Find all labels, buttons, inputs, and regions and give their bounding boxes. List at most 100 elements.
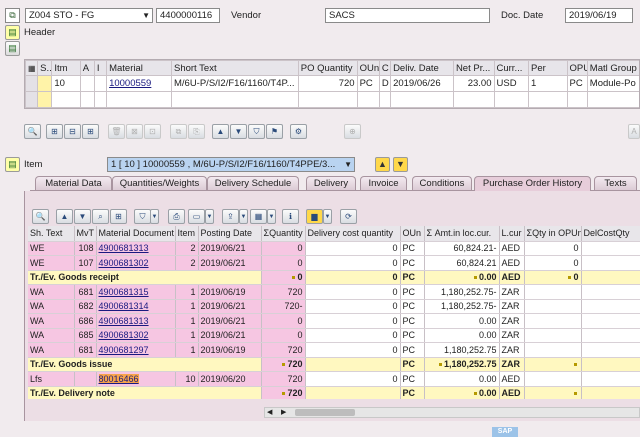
net-price-cell[interactable]: 23.00	[452, 75, 495, 92]
amount-cell[interactable]: 1,180,252.75-	[424, 284, 500, 300]
lcur-cell[interactable]: AED	[499, 241, 525, 256]
item-cell[interactable]: 10	[175, 371, 199, 387]
hist-col-qty-opun[interactable]: ΣQty in OPUn	[524, 226, 582, 242]
deliv-date-cell[interactable]: 2019/06/26	[390, 75, 454, 92]
hist-col-mvt[interactable]: MvT	[74, 226, 97, 242]
next-item-button[interactable]: ▼	[393, 157, 408, 172]
tab-conditions[interactable]: Conditions	[412, 176, 472, 190]
posting-date-cell[interactable]: 2019/06/20	[198, 371, 262, 387]
oun-cell[interactable]: PC	[400, 313, 425, 329]
posting-date-cell[interactable]: 2019/06/21	[198, 241, 262, 256]
item-cell[interactable]: 1	[175, 299, 199, 314]
material-document-cell[interactable]: 4900681313	[96, 313, 176, 329]
history-total-row[interactable]: Tr./Ev. Goods issue 720 PC 1,180,252.75 ZAR	[28, 357, 640, 372]
extra-icon[interactable]: ⊕	[344, 124, 361, 139]
delivery-cost-qty-cell[interactable]: 0	[305, 299, 401, 314]
sh-text-cell[interactable]: WA	[28, 342, 75, 358]
item-section-toggle[interactable]: ▤	[5, 157, 20, 172]
history-total-row[interactable]: Tr./Ev. Goods receipt 0 0 PC 0.00 AED 0	[28, 270, 640, 285]
history-row[interactable]: WA 685 4900681302 1 2019/06/21 0 0 PC 0.00 ZAR	[28, 328, 640, 343]
sh-text-cell[interactable]: WA	[28, 299, 75, 314]
quantity-cell[interactable]: 720	[261, 371, 306, 387]
hist-col-amount[interactable]: Σ Amt.in loc.cur.	[424, 226, 500, 242]
history-row[interactable]: Lfs 80016466 10 2019/06/20 720 0 PC 0.00 AED	[28, 371, 640, 387]
graphic-dropdown-icon[interactable]: ▼	[323, 209, 332, 224]
col-header-itm[interactable]: Itm	[51, 60, 81, 76]
oun-cell[interactable]: PC	[356, 75, 380, 92]
material-cell[interactable]: 10000559	[106, 75, 172, 92]
collapse-button[interactable]: ▤	[5, 41, 20, 56]
item-cell[interactable]: 1	[175, 328, 199, 343]
delcostqty-cell[interactable]	[581, 255, 640, 271]
po-number-field[interactable]: 4400000116	[156, 8, 220, 23]
material-document-link[interactable]: 4900681302	[99, 258, 149, 268]
find-icon[interactable]: ⌕	[92, 209, 109, 224]
quantity-cell[interactable]: 720	[261, 284, 306, 300]
c-cell[interactable]: D	[378, 75, 392, 92]
layout-dropdown-icon[interactable]: ▼	[267, 209, 276, 224]
history-row[interactable]: WE 108 4900681313 2 2019/06/21 0 0 PC 60,824.21-…	[28, 241, 640, 256]
oun-cell[interactable]: PC	[400, 342, 425, 358]
first-icon[interactable]: ⊞	[46, 124, 63, 139]
amount-cell[interactable]: 60,824.21	[424, 255, 500, 271]
quantity-cell[interactable]: 720	[261, 342, 306, 358]
item-cell[interactable]: 2	[175, 255, 199, 271]
amount-cell[interactable]: 0.00	[424, 313, 500, 329]
hist-col-quantity[interactable]: ΣQuantity	[261, 226, 306, 242]
filter-icon[interactable]: ⛉	[248, 124, 265, 139]
doc-type-select[interactable]: Z004 STO - FG ▼	[25, 8, 153, 23]
mvt-cell[interactable]: 108	[74, 241, 97, 256]
tab-purchase-order-history[interactable]: Purchase Order History	[474, 176, 591, 191]
sort-desc-icon[interactable]: ▼	[74, 209, 91, 224]
mvt-cell[interactable]: 681	[74, 342, 97, 358]
quantity-cell[interactable]: 720-	[261, 299, 306, 314]
material-document-link[interactable]: 4900681314	[99, 301, 149, 311]
col-header-opu[interactable]: OPU	[566, 60, 588, 76]
sh-text-cell[interactable]: WE	[28, 255, 75, 271]
col-header-status[interactable]: S..	[37, 60, 53, 76]
col-header-c[interactable]: C	[378, 60, 392, 76]
hist-col-delcostqty[interactable]: DelCostQty	[581, 226, 640, 242]
posting-date-cell[interactable]: 2019/06/19	[198, 284, 262, 300]
scroll-left-icon[interactable]: ◀	[267, 408, 272, 416]
graphic-icon[interactable]: ▆	[306, 209, 323, 224]
i-cell[interactable]	[93, 75, 108, 92]
sort-asc-icon[interactable]: ▲	[212, 124, 229, 139]
views-dropdown-icon[interactable]: ▼	[205, 209, 214, 224]
amount-cell[interactable]: 0.00	[424, 371, 500, 387]
horizontal-scrollbar[interactable]: ◀ ▶	[264, 407, 640, 418]
material-document-link[interactable]: 80016466	[98, 373, 139, 384]
sh-text-cell[interactable]: WE	[28, 241, 75, 256]
delete-icon[interactable]: 🗑	[108, 124, 125, 139]
posting-date-cell[interactable]: 2019/06/21	[198, 313, 262, 329]
qty-opun-cell[interactable]	[524, 328, 582, 343]
delcostqty-cell[interactable]	[581, 342, 640, 358]
short-text-cell[interactable]: M/6U-P/S/I2/F16/1160/T4P...	[170, 75, 299, 92]
amount-cell[interactable]: 60,824.21-	[424, 241, 500, 256]
tab-material-data[interactable]: Material Data	[35, 176, 112, 190]
lock-icon[interactable]: ⊠	[126, 124, 143, 139]
mvt-cell[interactable]: 682	[74, 299, 97, 314]
views-icon[interactable]: ▭	[188, 209, 205, 224]
amount-cell[interactable]: 0.00	[424, 328, 500, 343]
qty-opun-cell[interactable]	[524, 371, 582, 387]
oun-cell[interactable]: PC	[400, 299, 425, 314]
qty-opun-cell[interactable]	[524, 299, 582, 314]
status-cell[interactable]	[37, 75, 53, 92]
item-cell[interactable]: 1	[175, 313, 199, 329]
a-cell[interactable]	[79, 75, 95, 92]
quantity-cell[interactable]: 0	[261, 255, 306, 271]
oun-cell[interactable]: PC	[400, 241, 425, 256]
lcur-cell[interactable]: AED	[499, 255, 525, 271]
amount-cell[interactable]: 1,180,252.75	[424, 342, 500, 358]
mvt-cell[interactable]: 685	[74, 328, 97, 343]
col-header-po-qty[interactable]: PO Quantity	[297, 60, 358, 76]
material-document-cell[interactable]: 4900681314	[96, 299, 176, 314]
filter-icon[interactable]: ⛉	[134, 209, 151, 224]
oun-cell[interactable]: PC	[400, 284, 425, 300]
delivery-cost-qty-cell[interactable]: 0	[305, 328, 401, 343]
material-document-cell[interactable]: 4900681302	[96, 255, 176, 271]
itm-cell[interactable]: 10	[51, 75, 81, 92]
delivery-cost-qty-cell[interactable]: 0	[305, 255, 401, 271]
delcostqty-cell[interactable]	[581, 284, 640, 300]
